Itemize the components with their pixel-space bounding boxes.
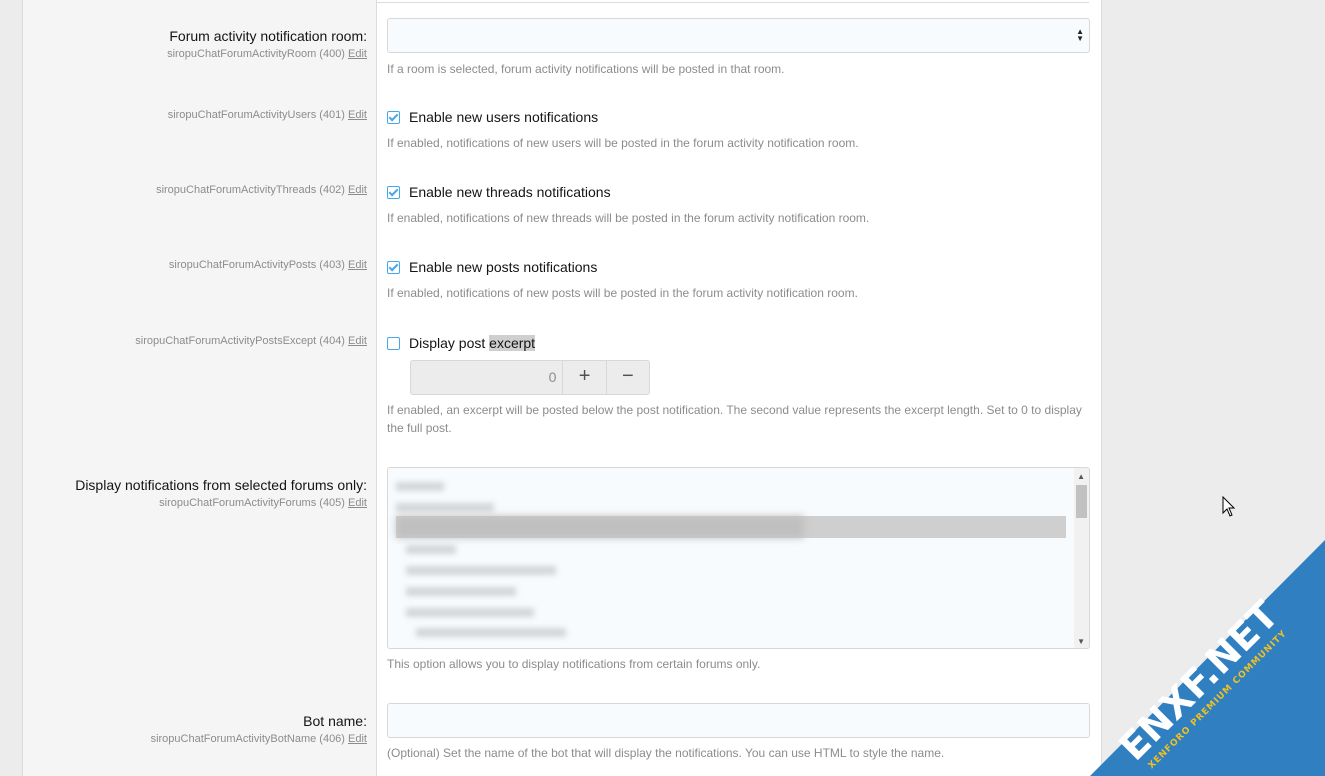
bot-name-edit-link[interactable]: Edit [348,733,367,745]
watermark-logo: ENXF.NET XENFORO PREMIUM COMMUNITY [1090,540,1325,776]
post-excerpt-id: siropuChatForumActivityPostsExcept (404)… [135,335,367,347]
forum-room-hint: If a room is selected, forum activity no… [387,62,785,76]
mouse-pointer-icon [1222,496,1236,517]
forums-multiselect[interactable]: ▲ ▼ [387,467,1090,649]
list-item[interactable] [406,608,534,617]
forum-room-id: siropuChatForumActivityRoom (400) Edit [167,48,367,60]
list-item[interactable] [406,587,516,596]
forums-hint: This option allows you to display notifi… [387,657,761,671]
list-item[interactable] [406,545,456,554]
new-posts-checkbox[interactable] [387,260,400,274]
post-excerpt-option[interactable]: Display post excerpt [387,335,536,351]
list-item-selected-label [396,516,804,538]
post-excerpt-edit-link[interactable]: Edit [348,335,367,347]
select-arrows-icon: ▲ ▼ [1076,27,1084,43]
scroll-up-icon[interactable]: ▲ [1077,472,1085,481]
new-users-option[interactable]: Enable new users notifications [387,109,598,125]
new-threads-label: Enable new threads notifications [409,184,611,200]
new-posts-edit-link[interactable]: Edit [348,259,367,271]
forum-room-title: Forum activity notification room: [169,28,367,44]
excerpt-length-stepper[interactable]: 0 + − [410,360,650,395]
forum-room-edit-link[interactable]: Edit [348,48,367,60]
new-posts-option[interactable]: Enable new posts notifications [387,259,597,275]
new-users-id: siropuChatForumActivityUsers (401) Edit [167,109,367,121]
new-users-hint: If enabled, notifications of new users w… [387,136,859,150]
new-users-label: Enable new users notifications [409,109,599,125]
bot-name-title: Bot name: [303,713,367,729]
scrollbar[interactable]: ▲ ▼ [1074,468,1089,648]
post-excerpt-hint: If enabled, an excerpt will be posted be… [387,403,1082,435]
forum-room-select[interactable]: ▲ ▼ [387,18,1090,53]
new-threads-hint: If enabled, notifications of new threads… [387,211,870,225]
scroll-down-icon[interactable]: ▼ [1077,637,1085,646]
new-threads-edit-link[interactable]: Edit [348,184,367,196]
divider [377,2,1089,3]
new-posts-hint: If enabled, notifications of new posts w… [387,286,858,300]
list-item[interactable] [396,503,494,512]
bot-name-input[interactable] [387,703,1090,738]
increment-button[interactable]: + [563,361,605,394]
scroll-thumb[interactable] [1076,485,1087,518]
forums-id: siropuChatForumActivityForums (405) Edit [159,497,367,509]
new-users-checkbox[interactable] [387,110,400,124]
list-item[interactable] [406,566,556,575]
list-item[interactable] [396,482,444,491]
new-threads-id: siropuChatForumActivityThreads (402) Edi… [156,184,367,196]
decrement-button[interactable]: − [605,361,649,394]
new-posts-label: Enable new posts notifications [409,259,598,275]
excerpt-length-input[interactable]: 0 [411,361,564,394]
bot-name-id: siropuChatForumActivityBotName (406) Edi… [150,733,367,745]
new-users-edit-link[interactable]: Edit [348,109,367,121]
post-excerpt-label: Display post excerpt [409,335,536,351]
forums-edit-link[interactable]: Edit [348,497,367,509]
new-threads-option[interactable]: Enable new threads notifications [387,184,611,200]
new-posts-id: siropuChatForumActivityPosts (403) Edit [168,259,367,271]
bot-name-hint: (Optional) Set the name of the bot that … [387,746,945,760]
post-excerpt-checkbox[interactable] [387,336,400,350]
list-item[interactable] [416,628,566,637]
new-threads-checkbox[interactable] [387,185,400,199]
forums-title: Display notifications from selected foru… [75,477,367,493]
